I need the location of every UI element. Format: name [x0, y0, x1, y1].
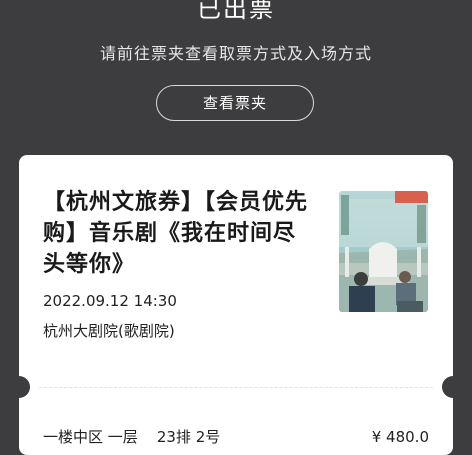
ticket-card[interactable]: 【杭州文旅券】【会员优先购】音乐剧《我在时间尽头等你》 2022.09.12 1…	[8, 155, 464, 455]
show-datetime: 2022.09.12 14:30	[43, 292, 177, 310]
show-title: 【杭州文旅券】【会员优先购】音乐剧《我在时间尽头等你》	[43, 190, 309, 277]
seat-info: 一楼中区 一层 23排 2号	[43, 428, 221, 446]
show-poster-image[interactable]	[339, 191, 428, 312]
ticket-divider	[39, 387, 433, 388]
ticket-status-title: 已出票	[197, 0, 275, 23]
ticket-notch-right	[442, 376, 464, 398]
ticket-notch-left	[8, 376, 30, 398]
view-ticket-wallet-button[interactable]: 查看票夹	[156, 85, 314, 121]
venue-name: 杭州大剧院(歌剧院)	[43, 322, 175, 340]
ticket-hint-text: 请前往票夹查看取票方式及入场方式	[99, 44, 372, 63]
ticket-price: ¥ 480.0	[371, 428, 429, 446]
